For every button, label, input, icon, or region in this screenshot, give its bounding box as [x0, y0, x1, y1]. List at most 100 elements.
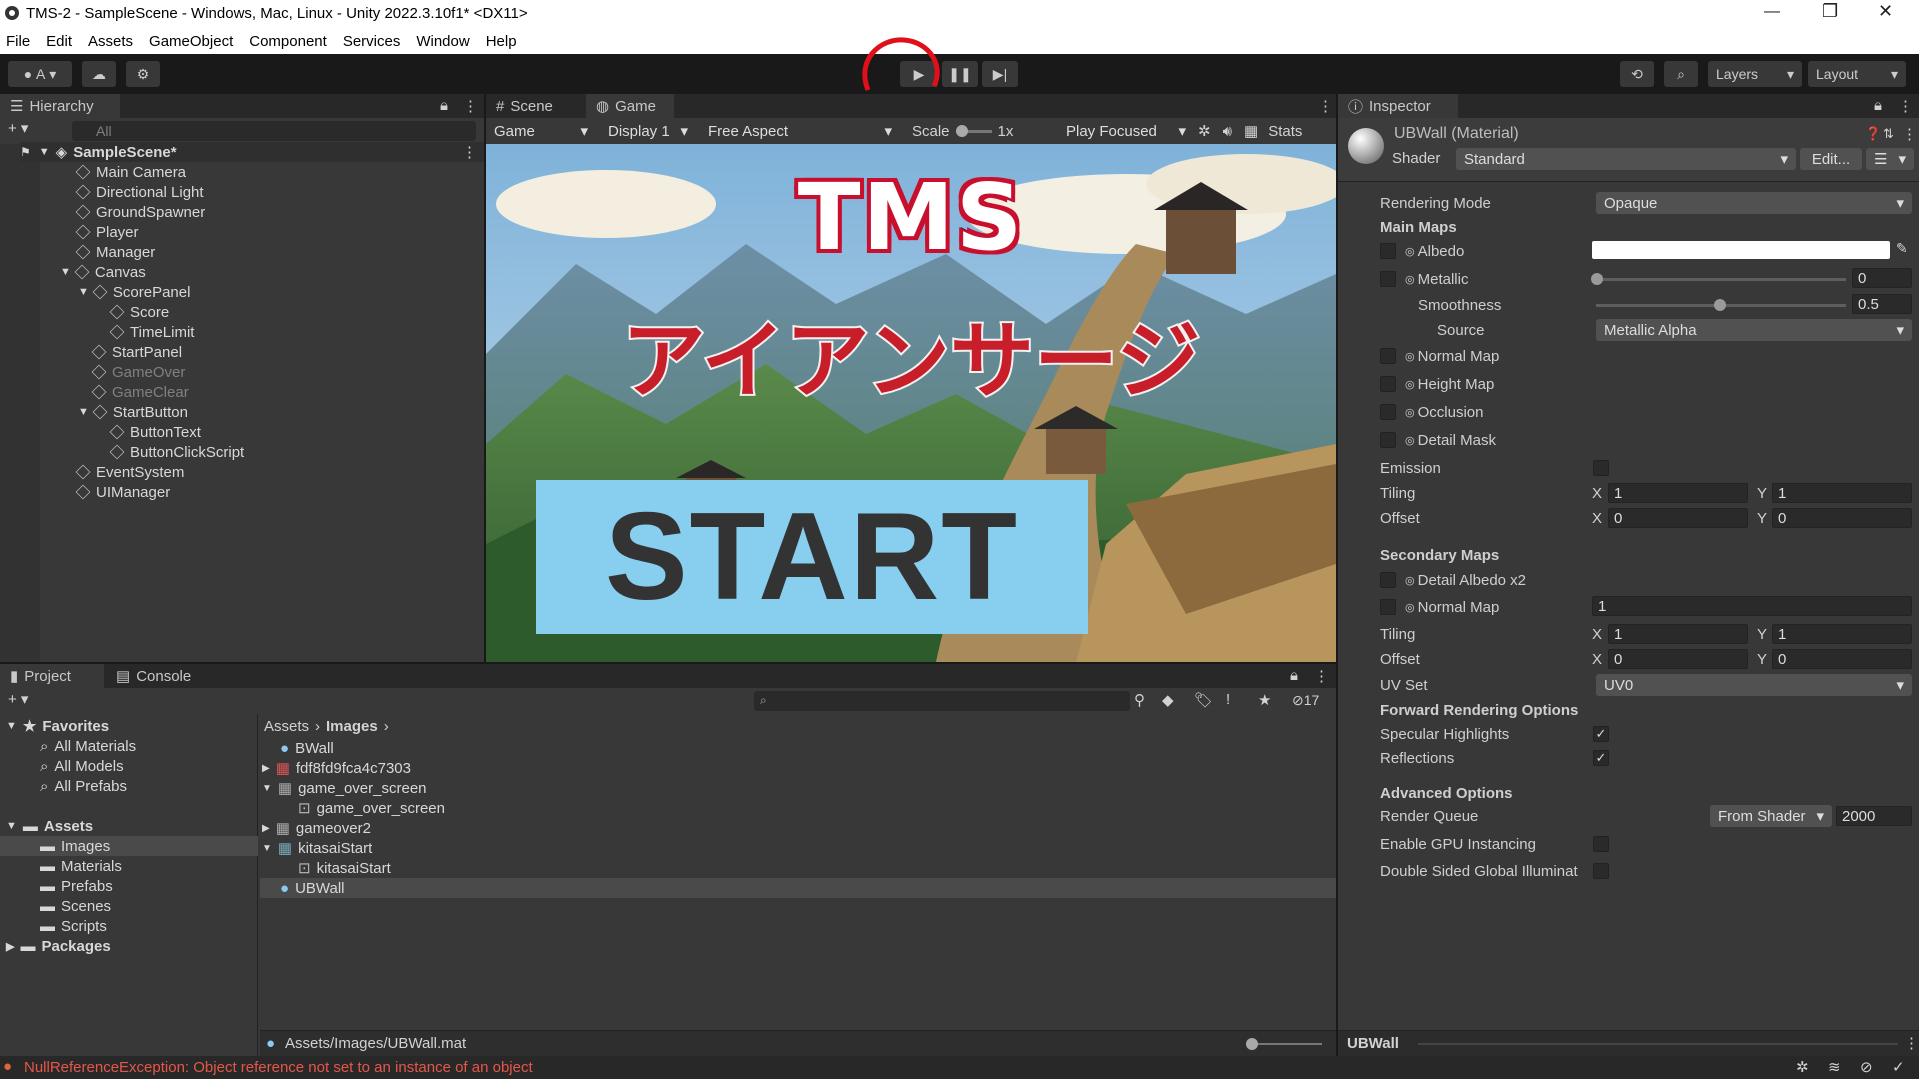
hierarchy-item[interactable]: Directional Light: [75, 182, 204, 202]
history-icon[interactable]: ⟲: [1620, 61, 1654, 87]
hierarchy-item[interactable]: ButtonClickScript: [109, 442, 244, 462]
favorites-root[interactable]: ▼ ★ Favorites: [6, 716, 109, 736]
rendering-mode-dropdown[interactable]: Opaque ▾: [1596, 192, 1912, 214]
render-queue-dropdown[interactable]: From Shader ▾: [1710, 805, 1832, 827]
footer-more-icon[interactable]: ⋮: [1904, 1034, 1919, 1052]
menu-file[interactable]: File: [6, 33, 30, 50]
hierarchy-item[interactable]: TimeLimit: [109, 322, 194, 342]
display-dropdown[interactable]: Display 1 ▾: [600, 120, 696, 142]
audio-icon[interactable]: 🔊︎: [1223, 123, 1232, 140]
tab-scene[interactable]: # Scene: [486, 94, 584, 118]
create-icon[interactable]: + ▾: [8, 690, 28, 708]
collab-settings-icon[interactable]: ⚙: [126, 61, 160, 87]
uv-set-dropdown[interactable]: UV0 ▾: [1596, 674, 1912, 696]
game-render[interactable]: TMS アイアンサージ START: [486, 144, 1336, 662]
favorite-item[interactable]: ⌕ All Prefabs: [40, 776, 127, 796]
check-icon[interactable]: ✓: [1892, 1058, 1905, 1076]
cache-icon[interactable]: ⊘: [1860, 1058, 1873, 1076]
restore-icon[interactable]: ❐: [1822, 1, 1838, 22]
specular-highlights-checkbox[interactable]: ✓: [1593, 726, 1609, 742]
warning-icon[interactable]: !: [1226, 691, 1230, 708]
game-dropdown[interactable]: Game ▾: [486, 120, 596, 142]
cloud-icon[interactable]: ☁: [82, 61, 116, 87]
favorite-item[interactable]: ⌕ All Models: [40, 756, 124, 776]
tab-hierarchy[interactable]: ☰ Hierarchy: [0, 94, 120, 118]
bug-icon[interactable]: ✲: [1198, 122, 1211, 140]
double-sided-gi-checkbox[interactable]: [1593, 863, 1609, 879]
scale-control[interactable]: Scale 1x: [904, 123, 1054, 140]
normal-scale-field[interactable]: 1: [1592, 596, 1912, 616]
file-item[interactable]: ▶ ▦ gameover2: [262, 818, 371, 838]
help-icon[interactable]: ❓: [1865, 126, 1881, 142]
view-menu-icon[interactable]: ⋮: [1318, 97, 1333, 115]
offset-x-field[interactable]: 0: [1608, 508, 1748, 528]
metallic-value[interactable]: 0: [1852, 268, 1912, 288]
normal-map-slot[interactable]: [1380, 348, 1396, 364]
metallic-slider-knob[interactable]: [1591, 273, 1603, 285]
hierarchy-item[interactable]: StartPanel: [91, 342, 182, 362]
layers-dropdown[interactable]: Layers ▾: [1708, 61, 1802, 87]
shader-options-dropdown[interactable]: ☰ ▾: [1866, 148, 1914, 170]
hierarchy-item[interactable]: GroundSpawner: [75, 202, 205, 222]
lock-icon[interactable]: 🔒︎: [440, 97, 448, 114]
offset-y-field[interactable]: 0: [1772, 508, 1912, 528]
favorite-item[interactable]: ⌕ All Materials: [40, 736, 136, 756]
hierarchy-item[interactable]: UIManager: [75, 482, 170, 502]
hierarchy-item[interactable]: Main Camera: [75, 162, 186, 182]
file-item[interactable]: ⊡ game_over_screen: [298, 798, 445, 818]
folder-scenes[interactable]: ▬ Scenes: [40, 896, 111, 916]
hierarchy-item[interactable]: ▼ Canvas: [60, 262, 146, 282]
hierarchy-item[interactable]: ButtonText: [109, 422, 201, 442]
emission-checkbox[interactable]: [1593, 460, 1609, 476]
metallic-slider[interactable]: [1596, 278, 1846, 281]
height-map-slot[interactable]: [1380, 376, 1396, 392]
metallic-texture-slot[interactable]: [1380, 271, 1396, 287]
smoothness-value[interactable]: 0.5: [1852, 294, 1912, 314]
file-item[interactable]: ▼ ▦ kitasaiStart: [262, 838, 372, 858]
file-item[interactable]: ● BWall: [280, 738, 334, 758]
occlusion-slot[interactable]: [1380, 404, 1396, 420]
hierarchy-item[interactable]: Player: [75, 222, 139, 242]
tiling-y-field[interactable]: 1: [1772, 483, 1912, 503]
filter-type-icon[interactable]: ◆: [1162, 691, 1174, 709]
menu-window[interactable]: Window: [416, 33, 469, 50]
add-icon[interactable]: + ▾: [8, 119, 28, 137]
menu-assets[interactable]: Assets: [88, 33, 133, 50]
inspector-lock-icon[interactable]: 🔒︎: [1874, 97, 1882, 114]
secondary-normal-map-slot[interactable]: [1380, 599, 1396, 615]
albedo-color-field[interactable]: [1592, 241, 1890, 259]
shader-dropdown[interactable]: Standard ▾: [1456, 148, 1796, 170]
menu-component[interactable]: Component: [249, 33, 327, 50]
close-icon[interactable]: ✕: [1878, 1, 1893, 22]
tiling-x-field[interactable]: 1: [1608, 483, 1748, 503]
reflections-checkbox[interactable]: ✓: [1593, 750, 1609, 766]
start-button[interactable]: START: [536, 480, 1088, 634]
folder-images[interactable]: ▬ Images: [0, 836, 258, 856]
menu-gameobject[interactable]: GameObject: [149, 33, 233, 50]
label-icon[interactable]: 🏷︎: [1194, 691, 1213, 709]
albedo-texture-slot[interactable]: [1380, 243, 1396, 259]
hierarchy-search-input[interactable]: All: [72, 121, 476, 141]
hidden-packages-count[interactable]: ⊘17: [1292, 692, 1319, 709]
menu-edit[interactable]: Edit: [46, 33, 72, 50]
tab-project[interactable]: ▮ Project: [0, 664, 104, 688]
assets-root[interactable]: ▼ ▬ Assets: [6, 816, 93, 836]
eyedropper-icon[interactable]: ✎: [1896, 240, 1908, 257]
hierarchy-item[interactable]: ▼ StartButton: [78, 402, 188, 422]
zoom-slider-knob[interactable]: [1246, 1038, 1258, 1050]
file-item[interactable]: ▼ ▦ game_over_screen: [262, 778, 427, 798]
packages-root[interactable]: ▶ ▬ Packages: [6, 936, 111, 956]
pause-button[interactable]: ❚❚: [942, 61, 978, 87]
scene-menu-icon[interactable]: ⋮: [462, 143, 477, 161]
project-search-input[interactable]: ⌕: [754, 691, 1130, 711]
menu-help[interactable]: Help: [486, 33, 517, 50]
render-queue-value[interactable]: 2000: [1836, 806, 1912, 826]
search-type-icon[interactable]: ⚲: [1134, 691, 1145, 709]
gizmos-icon[interactable]: ▦: [1244, 122, 1258, 140]
gpu-instancing-checkbox[interactable]: [1593, 836, 1609, 852]
folder-materials[interactable]: ▬ Materials: [40, 856, 122, 876]
stats-button[interactable]: Stats: [1268, 123, 1302, 140]
minimize-icon[interactable]: —: [1764, 3, 1780, 21]
file-item[interactable]: ▶ ▦ fdf8fd9fca4c7303: [262, 758, 411, 778]
tab-inspector[interactable]: ⓘ Inspector: [1338, 94, 1458, 118]
